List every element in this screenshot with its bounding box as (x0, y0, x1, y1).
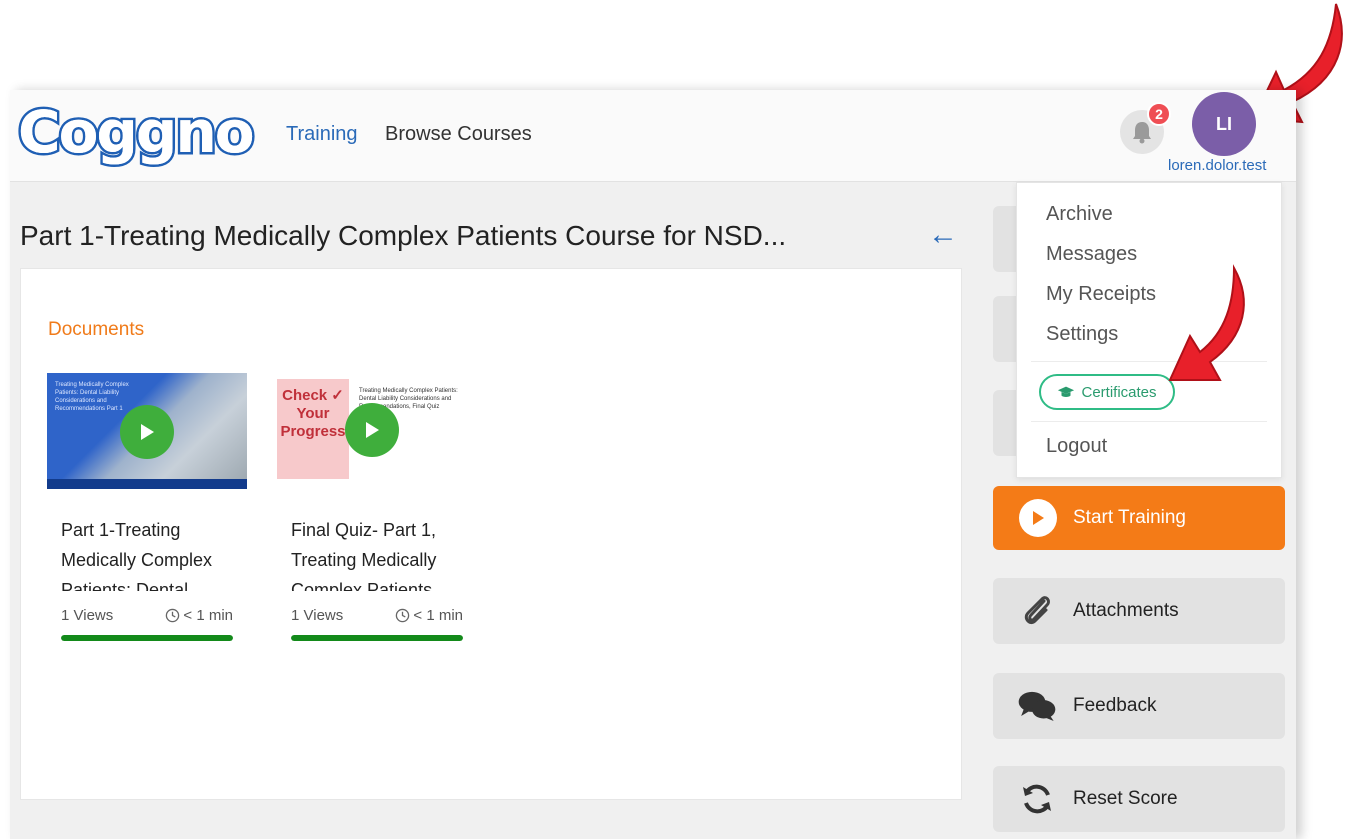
attachments-button[interactable]: Attachments (993, 578, 1285, 644)
duration-group: < 1 min (395, 607, 463, 624)
certificates-label: Certificates (1081, 383, 1157, 401)
progress-bar (291, 635, 463, 641)
menu-item-settings[interactable]: Settings (1046, 323, 1118, 346)
views-count: 1 Views (291, 607, 344, 624)
coggno-logo[interactable]: Coggno (16, 96, 258, 169)
document-card[interactable]: Check ✓ Your Progress Treating Medically… (277, 373, 477, 641)
play-icon (1019, 499, 1057, 537)
duration-label: < 1 min (413, 607, 463, 624)
menu-item-my-receipts[interactable]: My Receipts (1046, 283, 1156, 306)
progress-bar (61, 635, 233, 641)
thumbnail-text: Treating Medically Complex Patients: Den… (55, 382, 129, 412)
clock-icon (396, 608, 410, 623)
progress-fill (291, 635, 463, 641)
reset-score-label: Reset Score (1073, 788, 1178, 809)
document-meta: 1 Views < 1 min (291, 607, 463, 624)
logo-text: Coggno (16, 96, 258, 169)
graduation-cap-icon (1058, 386, 1075, 397)
progress-fill (61, 635, 233, 641)
bell-icon (1133, 122, 1151, 144)
app-window: Coggno Training Browse Courses 2 LI lore… (10, 90, 1296, 839)
document-meta: 1 Views < 1 min (61, 607, 233, 624)
duration-label: < 1 min (183, 607, 233, 624)
start-training-label: Start Training (1073, 507, 1186, 528)
chat-bubbles-icon (1017, 686, 1057, 726)
views-count: 1 Views (61, 607, 114, 624)
username-label[interactable]: loren.dolor.test (1168, 157, 1266, 174)
document-thumbnail[interactable]: Treating Medically Complex Patients: Den… (47, 373, 247, 489)
play-icon[interactable] (120, 405, 174, 459)
feedback-label: Feedback (1073, 695, 1157, 716)
notification-count-badge: 2 (1147, 102, 1171, 126)
start-training-button[interactable]: Start Training (993, 486, 1285, 550)
reset-score-button[interactable]: Reset Score (993, 766, 1285, 832)
annotation-arrow-certificates (1168, 264, 1245, 381)
refresh-icon (1017, 779, 1057, 819)
document-card[interactable]: Treating Medically Complex Patients: Den… (47, 373, 247, 641)
documents-panel: Documents Treating Medically Complex Pat… (20, 268, 962, 800)
arrow-left-icon[interactable]: ← (928, 218, 958, 252)
user-avatar[interactable]: LI (1192, 92, 1256, 156)
document-title[interactable]: Part 1-Treating Medically Complex Patien… (61, 515, 241, 591)
check-progress-badge: Check ✓ Your Progress (277, 379, 349, 479)
app-root: Coggno Training Browse Courses 2 LI lore… (0, 0, 1353, 839)
paperclip-icon (1017, 591, 1057, 631)
section-heading: Documents (48, 319, 145, 340)
attachments-label: Attachments (1073, 600, 1179, 621)
certificates-button[interactable]: Certificates (1039, 374, 1175, 410)
menu-item-logout[interactable]: Logout (1046, 435, 1107, 458)
document-title[interactable]: Final Quiz- Part 1, Treating Medically C… (291, 515, 471, 591)
nav-training-link[interactable]: Training (286, 123, 358, 146)
menu-item-archive[interactable]: Archive (1046, 203, 1113, 226)
menu-item-messages[interactable]: Messages (1046, 243, 1137, 266)
play-icon[interactable] (345, 403, 399, 457)
clock-icon (166, 608, 180, 623)
feedback-button[interactable]: Feedback (993, 673, 1285, 739)
course-title: Part 1-Treating Medically Complex Patien… (20, 220, 787, 251)
menu-divider (1031, 421, 1267, 422)
thumbnail-footer-bar (47, 479, 247, 489)
document-thumbnail[interactable]: Check ✓ Your Progress Treating Medically… (277, 373, 477, 489)
top-header: Coggno Training Browse Courses 2 LI lore… (10, 90, 1296, 182)
nav-browse-courses-link[interactable]: Browse Courses (385, 123, 532, 146)
duration-group: < 1 min (165, 607, 233, 624)
